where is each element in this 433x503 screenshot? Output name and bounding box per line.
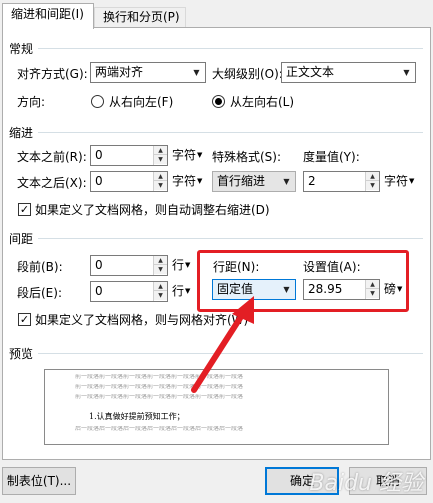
indent-grid-label[interactable]: 如果定义了文档网格，则自动调整右缩进(D) (35, 203, 270, 217)
spin-buttons[interactable]: ▲ ▼ (153, 172, 167, 191)
spin-buttons[interactable]: ▲ ▼ (153, 146, 167, 165)
spacing-before-unit-text: 行 (172, 258, 185, 272)
outline-level-label: 大纲级别(O): (212, 67, 283, 81)
special-format-label: 特殊格式(S): (212, 150, 282, 164)
spin-down-icon[interactable]: ▼ (154, 155, 167, 164)
outline-level-select[interactable]: 正文文本 ▼ (281, 62, 416, 83)
alignment-select[interactable]: 两端对齐 ▼ (90, 62, 206, 83)
chevron-down-icon: ▼ (403, 68, 410, 77)
spacing-before-label: 段前(B): (17, 260, 63, 274)
spin-up-icon[interactable]: ▲ (154, 256, 167, 265)
spacing-section-title: 间距 (9, 232, 34, 246)
indent-divider (38, 132, 423, 133)
chevron-down-icon: ▼ (283, 177, 290, 186)
indent-before-unit-text: 字符 (172, 148, 197, 162)
preview-sample-text: 1.认真做好提前预知工作； (89, 412, 185, 421)
rtl-radio[interactable] (91, 95, 104, 108)
spin-up-icon[interactable]: ▲ (154, 282, 167, 291)
spacing-grid-checkbox[interactable]: ✓ (18, 313, 31, 326)
measure-unit[interactable]: 字符▼ (384, 171, 414, 192)
measure-unit-text: 字符 (384, 174, 409, 188)
dropdown-arrow-icon: ▼ (197, 177, 203, 185)
measure-value: 2 (308, 174, 316, 188)
spacing-after-input[interactable]: 0 ▲ ▼ (90, 281, 168, 302)
preview-section-title: 预览 (9, 347, 34, 361)
indent-section-title: 缩进 (9, 126, 34, 140)
indent-after-label: 文本之后(X): (17, 176, 87, 190)
special-format-value: 首行缩进 (217, 174, 266, 188)
indent-after-unit[interactable]: 字符▼ (172, 171, 202, 192)
spin-buttons[interactable]: ▲ ▼ (365, 172, 379, 191)
general-divider (38, 48, 423, 49)
measure-label: 度量值(Y): (303, 150, 360, 164)
outline-level-value: 正文文本 (286, 65, 335, 79)
indent-grid-checkbox[interactable]: ✓ (18, 203, 31, 216)
ltr-radio[interactable] (212, 95, 225, 108)
indent-after-unit-text: 字符 (172, 174, 197, 188)
indent-before-value: 0 (95, 148, 103, 162)
rtl-label[interactable]: 从右向左(F) (109, 95, 173, 109)
measure-input[interactable]: 2 ▲ ▼ (303, 171, 380, 192)
alignment-value: 两端对齐 (95, 65, 144, 79)
dropdown-arrow-icon: ▼ (197, 151, 203, 159)
spacing-before-value: 0 (95, 258, 103, 272)
watermark: Baidu 经验 (309, 471, 423, 496)
indent-before-label: 文本之前(R): (17, 150, 87, 164)
tab-stops-button[interactable]: 制表位(T)... (2, 467, 76, 495)
spacing-after-value: 0 (95, 284, 103, 298)
spin-down-icon[interactable]: ▼ (154, 181, 167, 190)
dropdown-arrow-icon: ▼ (185, 261, 191, 269)
indent-before-input[interactable]: 0 ▲ ▼ (90, 145, 168, 166)
chevron-down-icon: ▼ (193, 68, 200, 77)
direction-label: 方向: (17, 95, 46, 109)
spin-down-icon[interactable]: ▼ (154, 265, 167, 274)
tab-line-page-break[interactable]: 换行和分页(P) (94, 7, 186, 27)
dropdown-arrow-icon: ▼ (409, 177, 415, 185)
annotation-arrow-icon (191, 296, 254, 393)
spacing-after-label: 段后(E): (17, 286, 62, 300)
alignment-label: 对齐方式(G): (17, 67, 88, 81)
preview-after-line: 后一段落后一段落后一段落后一段落后一段落后一段落后一段落 (75, 426, 244, 432)
indent-before-unit[interactable]: 字符▼ (172, 145, 202, 166)
ltr-label[interactable]: 从左向右(L) (230, 95, 294, 109)
indent-after-input[interactable]: 0 ▲ ▼ (90, 171, 168, 192)
spin-buttons[interactable]: ▲ ▼ (153, 256, 167, 275)
tab-indent-spacing[interactable]: 缩进和间距(I) (2, 3, 94, 29)
indent-after-value: 0 (95, 174, 103, 188)
special-format-select[interactable]: 首行缩进 ▼ (212, 171, 296, 192)
spacing-before-input[interactable]: 0 ▲ ▼ (90, 255, 168, 276)
spin-up-icon[interactable]: ▲ (366, 172, 379, 181)
spin-down-icon[interactable]: ▼ (154, 291, 167, 300)
general-section-title: 常规 (9, 42, 34, 56)
spin-up-icon[interactable]: ▲ (154, 146, 167, 155)
spin-up-icon[interactable]: ▲ (154, 172, 167, 181)
spin-down-icon[interactable]: ▼ (366, 181, 379, 190)
spacing-before-unit[interactable]: 行▼ (172, 255, 190, 276)
spacing-divider (38, 238, 423, 239)
spin-buttons[interactable]: ▲ ▼ (153, 282, 167, 301)
